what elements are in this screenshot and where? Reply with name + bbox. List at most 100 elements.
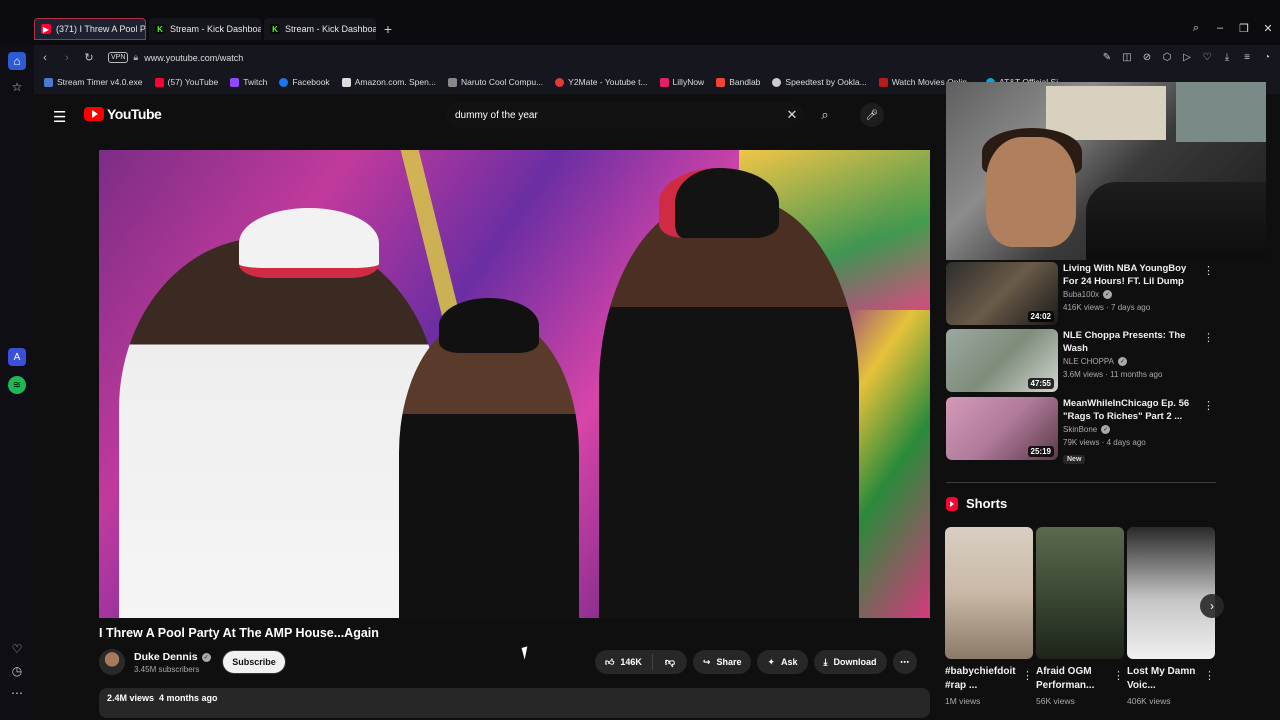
star-icon[interactable]: ☆ xyxy=(8,78,26,96)
menu-icon[interactable]: ≡ xyxy=(1240,49,1254,65)
bookmark-item[interactable]: Twitch xyxy=(230,77,267,87)
clear-icon[interactable]: ✕ xyxy=(780,107,804,123)
maximize-icon[interactable]: ❐ xyxy=(1232,18,1256,38)
video-thumbnail[interactable]: 24:02 xyxy=(946,262,1058,325)
recommendation-item[interactable]: 47:55 NLE Choppa Presents: The Wash NLE … xyxy=(946,329,1226,393)
channel-name-text: Buba100x xyxy=(1063,290,1100,299)
adblock-icon[interactable]: ⊘ xyxy=(1140,49,1154,65)
recommendation-channel[interactable]: SkinBone ✓ xyxy=(1063,425,1111,434)
channel-name[interactable]: Duke Dennis ✓ xyxy=(134,651,211,663)
bookmark-item[interactable]: Bandlab xyxy=(716,77,760,87)
bookmark-label: Y2Mate - Youtube t... xyxy=(568,77,648,87)
short-thumbnail[interactable] xyxy=(945,527,1033,659)
dislike-button[interactable]: 👎︎ xyxy=(653,656,687,668)
download-icon[interactable]: ⤓ xyxy=(1220,49,1234,65)
recommendation-title[interactable]: MeanWhileInChicago Ep. 56 "Rags To Riche… xyxy=(1063,397,1199,423)
recommendation-title[interactable]: NLE Choppa Presents: The Wash xyxy=(1063,329,1199,355)
bookmark-item[interactable]: Naruto Cool Compu... xyxy=(447,77,543,87)
microphone-icon[interactable]: 🎤︎ xyxy=(860,103,884,127)
browser-sidebar: O ⌂ ☆ A ≋ ♡ ◷ ⋯ xyxy=(0,0,34,720)
person-center xyxy=(399,298,579,618)
camera-icon[interactable]: ◫ xyxy=(1120,49,1134,65)
aria-icon[interactable]: A xyxy=(8,348,26,366)
back-icon[interactable]: ‹ xyxy=(34,47,56,69)
video-player[interactable] xyxy=(99,150,930,618)
search-input[interactable]: dummy of the year xyxy=(446,110,780,121)
description-box[interactable]: 2.4M views 4 months ago xyxy=(99,688,930,718)
short-thumbnail[interactable] xyxy=(1127,527,1215,659)
short-title[interactable]: #babychiefdoit #rap ... xyxy=(945,665,1017,693)
short-item[interactable]: #babychiefdoit #rap ... 1M views ⋮ xyxy=(945,527,1033,706)
bookmark-item[interactable]: Y2Mate - Youtube t... xyxy=(555,77,648,87)
download-button[interactable]: ⤓ Download xyxy=(813,650,887,674)
recommendation-channel[interactable]: NLE CHOPPA ✓ xyxy=(1063,357,1127,366)
channel-avatar[interactable] xyxy=(99,649,125,675)
subscribe-button[interactable]: Subscribe xyxy=(222,650,286,674)
spotify-icon[interactable]: ≋ xyxy=(8,376,26,394)
youtube-logo[interactable]: YouTube xyxy=(84,106,162,122)
short-title[interactable]: Lost My Damn Voic... xyxy=(1127,665,1199,693)
shorts-next-button[interactable]: › xyxy=(1200,594,1224,618)
person-left xyxy=(119,208,439,618)
tab-label: Stream - Kick Dashboard xyxy=(285,24,376,34)
ask-button[interactable]: ✦ Ask xyxy=(757,650,808,674)
video-thumbnail[interactable]: 25:19 xyxy=(946,397,1058,460)
short-title[interactable]: Afraid OGM Performan... xyxy=(1036,665,1108,693)
search-tabs-icon[interactable]: ⌕ xyxy=(1184,18,1208,38)
recommendation-channel[interactable]: Buba100x ✓ xyxy=(1063,290,1113,299)
edit-icon[interactable]: ✎ xyxy=(1100,49,1114,65)
short-thumbnail[interactable] xyxy=(1036,527,1124,659)
recommendation-item[interactable]: 24:02 Living With NBA YoungBoy For 24 Ho… xyxy=(946,262,1226,326)
like-button[interactable]: 👍︎ 146K xyxy=(605,654,653,670)
forward-icon[interactable]: › xyxy=(56,47,78,69)
bandlab-icon xyxy=(716,77,726,87)
bookmark-item[interactable]: LillyNow xyxy=(659,77,704,87)
lock-icon[interactable]: 🔒︎ xyxy=(133,52,138,63)
recommendation-item[interactable]: 25:19 MeanWhileInChicago Ep. 56 "Rags To… xyxy=(946,397,1226,464)
home-icon[interactable]: ⌂ xyxy=(8,52,26,70)
more-vert-icon[interactable]: ⋮ xyxy=(1203,264,1214,277)
heart-icon[interactable]: ♡ xyxy=(8,640,26,658)
facebook-icon xyxy=(279,77,289,87)
flow-icon[interactable]: ▷ xyxy=(1180,49,1194,65)
minimize-icon[interactable]: – xyxy=(1208,18,1232,38)
recommendation-title[interactable]: Living With NBA YoungBoy For 24 Hours! F… xyxy=(1063,262,1199,288)
webcam-overlay xyxy=(946,82,1266,260)
search-box[interactable]: dummy of the year ✕ xyxy=(446,102,804,128)
short-item[interactable]: Afraid OGM Performan... 56K views ⋮ xyxy=(1036,527,1124,706)
menu-icon[interactable]: ☰ xyxy=(53,108,66,126)
more-actions-button[interactable]: ⋯ xyxy=(892,650,917,674)
history-icon[interactable]: ◷ xyxy=(8,662,26,680)
more-vert-icon[interactable]: ⋮ xyxy=(1022,669,1033,682)
bookmark-item[interactable]: (57) YouTube xyxy=(154,77,218,87)
extension-icon[interactable]: ⬡ xyxy=(1160,49,1174,65)
video-thumbnail[interactable]: 47:55 xyxy=(946,329,1058,392)
new-tab-button[interactable]: + xyxy=(379,18,397,40)
more-vert-icon[interactable]: ⋮ xyxy=(1203,331,1214,344)
tab-youtube[interactable]: ▶ (371) I Threw A Pool P × xyxy=(34,18,146,40)
bookmark-item[interactable]: Facebook xyxy=(279,77,330,87)
bookmark-label: Amazon.com. Spen... xyxy=(354,77,436,87)
more-vert-icon[interactable]: ⋮ xyxy=(1204,669,1215,682)
profile-icon[interactable]: ◔ xyxy=(1260,49,1274,65)
more-vert-icon[interactable]: ⋮ xyxy=(1113,669,1124,682)
y2mate-icon xyxy=(555,77,565,87)
more-vert-icon[interactable]: ⋮ xyxy=(1203,399,1214,412)
more-icon: ⋯ xyxy=(900,656,910,667)
bookmark-item[interactable]: Amazon.com. Spen... xyxy=(341,77,436,87)
heart-icon[interactable]: ♡ xyxy=(1200,49,1214,65)
bookmark-item[interactable]: Stream Timer v4.0.exe xyxy=(44,77,143,87)
search-icon[interactable]: ⌕ xyxy=(812,102,838,128)
tab-kick-dashboard[interactable]: K Stream - Kick Dashboard xyxy=(149,18,261,40)
short-item[interactable]: Lost My Damn Voic... 406K views ⋮ xyxy=(1127,527,1215,706)
close-window-icon[interactable]: ✕ xyxy=(1256,18,1280,38)
lillynow-icon xyxy=(659,77,669,87)
vpn-badge[interactable]: VPN xyxy=(108,52,129,63)
share-button[interactable]: ↪ Share xyxy=(692,650,752,674)
bookmark-item[interactable]: Speedtest by Ookla... xyxy=(772,77,867,87)
ask-label: Ask xyxy=(781,657,798,667)
url-field[interactable]: www.youtube.com/watch xyxy=(144,53,243,63)
more-icon[interactable]: ⋯ xyxy=(8,684,26,702)
reload-icon[interactable]: ↻ xyxy=(78,47,100,69)
tab-kick-dashboard[interactable]: K Stream - Kick Dashboard xyxy=(264,18,376,40)
